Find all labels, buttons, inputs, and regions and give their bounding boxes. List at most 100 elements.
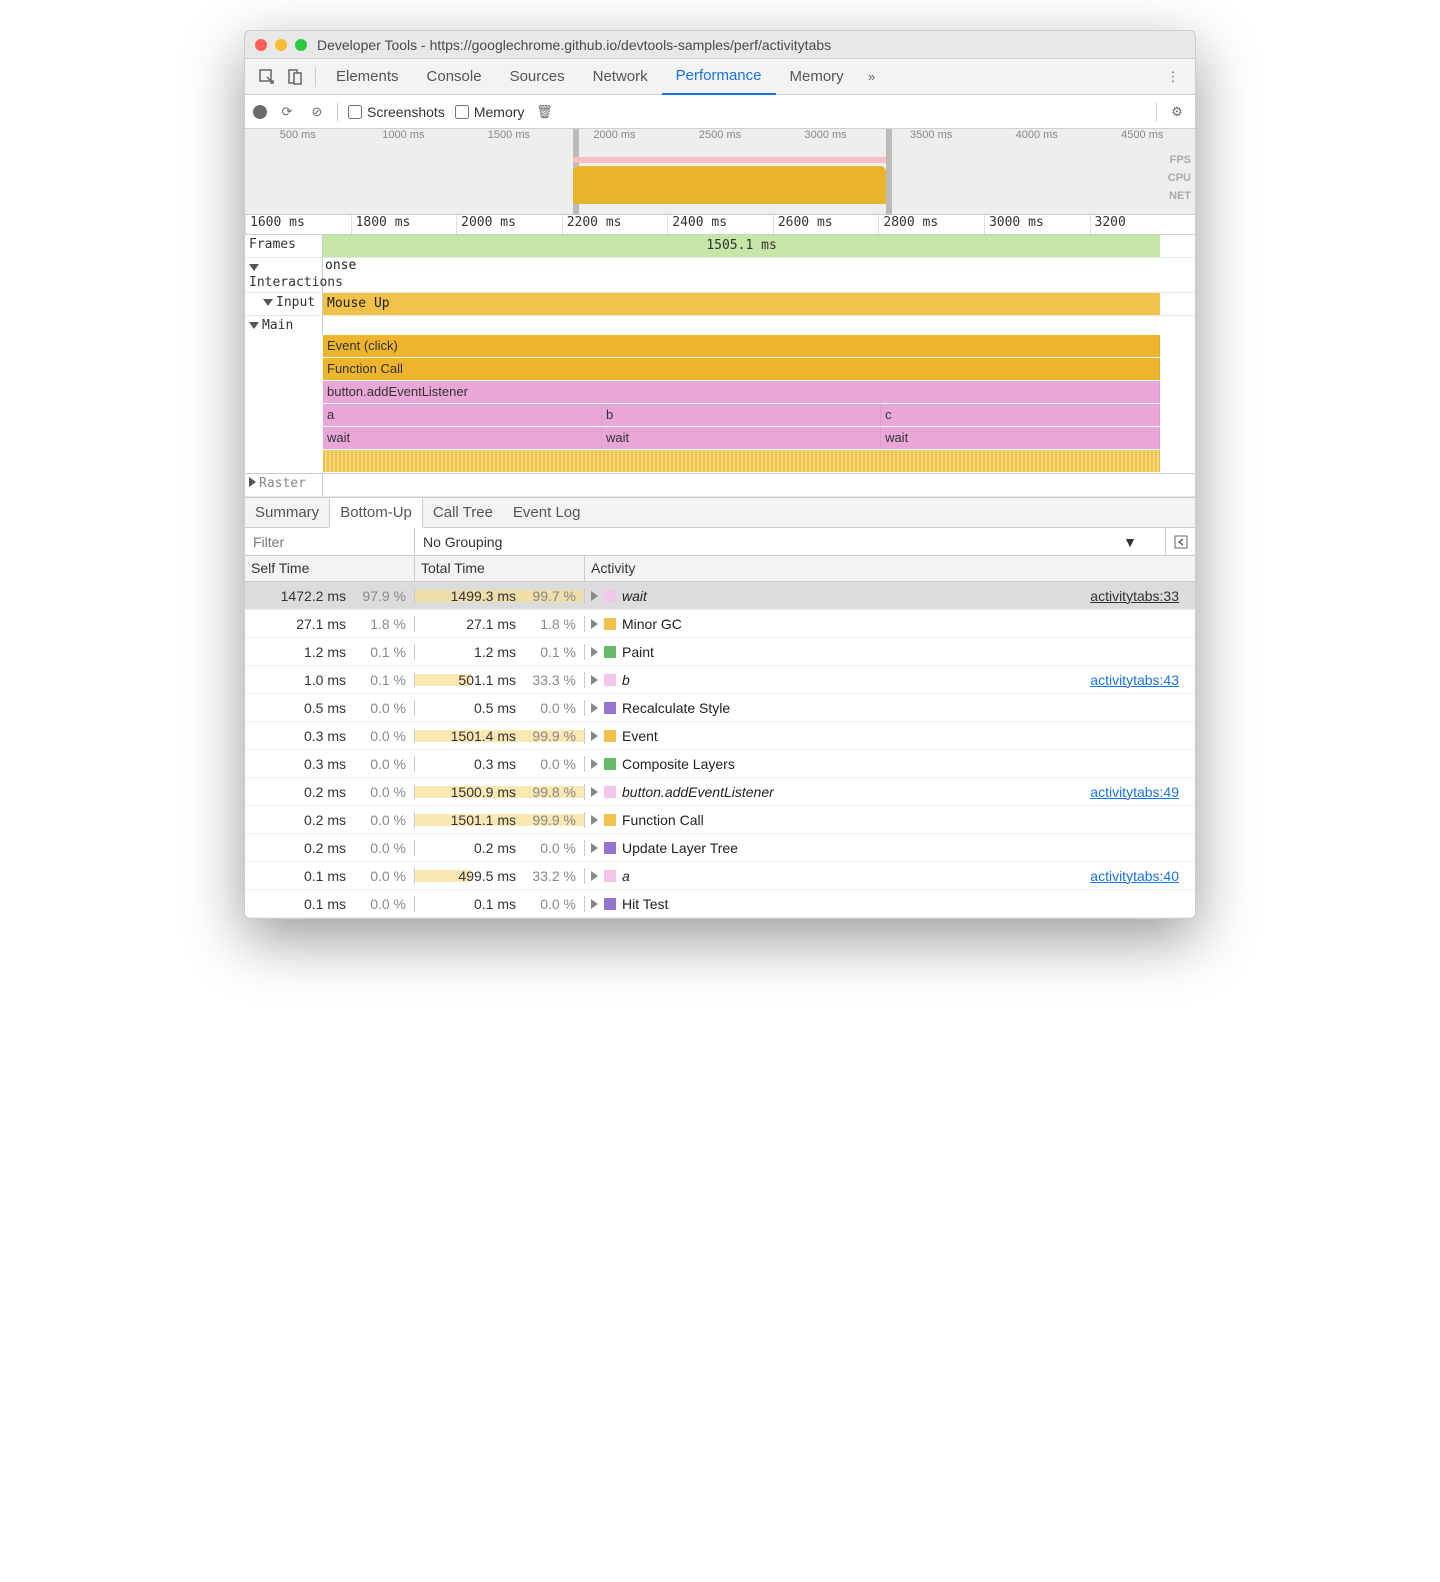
activity-swatch-icon: [604, 898, 616, 910]
table-row[interactable]: 1.0 ms0.1 %501.1 ms33.3 %bactivitytabs:4…: [245, 666, 1195, 694]
col-self-time[interactable]: Self Time: [245, 556, 415, 581]
table-body: 1472.2 ms97.9 %1499.3 ms99.7 %waitactivi…: [245, 582, 1195, 918]
table-row[interactable]: 0.2 ms0.0 %0.2 ms0.0 %Update Layer Tree: [245, 834, 1195, 862]
expand-icon[interactable]: [591, 815, 598, 825]
table-row[interactable]: 1472.2 ms97.9 %1499.3 ms99.7 %waitactivi…: [245, 582, 1195, 610]
activity-name: wait: [622, 588, 647, 604]
flame-chart[interactable]: Event (click) Function Call button.addEv…: [245, 335, 1195, 472]
devtools-window: Developer Tools - https://googlechrome.g…: [244, 30, 1196, 919]
filter-input[interactable]: [245, 528, 415, 555]
activity-name: a: [622, 868, 630, 884]
activity-swatch-icon: [604, 730, 616, 742]
expand-icon[interactable]: [591, 787, 598, 797]
activity-name: Composite Layers: [622, 756, 735, 772]
btab-event-log[interactable]: Event Log: [503, 498, 591, 527]
table-row[interactable]: 0.1 ms0.0 %499.5 ms33.2 %aactivitytabs:4…: [245, 862, 1195, 890]
activity-swatch-icon: [604, 590, 616, 602]
overview-panel[interactable]: 500 ms1000 ms1500 ms2000 ms2500 ms3000 m…: [245, 129, 1195, 215]
col-total-time[interactable]: Total Time: [415, 556, 585, 581]
input-track-label[interactable]: Input: [245, 293, 323, 315]
raster-track-label[interactable]: Raster: [245, 474, 323, 496]
expand-icon[interactable]: [591, 703, 598, 713]
minimize-icon[interactable]: [275, 39, 287, 51]
activity-swatch-icon: [604, 646, 616, 658]
expand-icon[interactable]: [591, 647, 598, 657]
filter-row: No Grouping▼: [245, 528, 1195, 556]
collapse-icon[interactable]: [1165, 528, 1195, 555]
source-link[interactable]: activitytabs:43: [1090, 672, 1179, 688]
window-title: Developer Tools - https://googlechrome.g…: [317, 37, 831, 53]
table-row[interactable]: 0.2 ms0.0 %1500.9 ms99.8 %button.addEven…: [245, 778, 1195, 806]
frames-track-label[interactable]: Frames: [245, 235, 323, 257]
screenshots-checkbox[interactable]: Screenshots: [348, 104, 445, 120]
expand-icon[interactable]: [591, 675, 598, 685]
source-link[interactable]: activitytabs:40: [1090, 868, 1179, 884]
input-block[interactable]: Mouse Up: [323, 293, 1160, 315]
btab-summary[interactable]: Summary: [245, 498, 329, 527]
titlebar[interactable]: Developer Tools - https://googlechrome.g…: [245, 31, 1195, 59]
trash-icon[interactable]: 🗑: [534, 104, 554, 120]
tab-sources[interactable]: Sources: [496, 59, 579, 95]
more-tabs-icon[interactable]: »: [858, 63, 886, 91]
table-row[interactable]: 0.3 ms0.0 %1501.4 ms99.9 %Event: [245, 722, 1195, 750]
record-icon[interactable]: [253, 105, 267, 119]
tab-performance[interactable]: Performance: [662, 59, 776, 95]
tab-console[interactable]: Console: [413, 59, 496, 95]
activity-swatch-icon: [604, 870, 616, 882]
activity-name: Update Layer Tree: [622, 840, 738, 856]
close-icon[interactable]: [255, 39, 267, 51]
kebab-icon[interactable]: ⋮: [1159, 63, 1187, 91]
activity-swatch-icon: [604, 758, 616, 770]
expand-icon[interactable]: [591, 759, 598, 769]
expand-icon[interactable]: [591, 899, 598, 909]
activity-swatch-icon: [604, 674, 616, 686]
zoom-icon[interactable]: [295, 39, 307, 51]
bottom-tabbar: SummaryBottom-UpCall TreeEvent Log: [245, 498, 1195, 528]
btab-bottom-up[interactable]: Bottom-Up: [329, 498, 423, 528]
grouping-select[interactable]: No Grouping▼: [415, 528, 1165, 555]
net-label: NET: [1168, 187, 1191, 205]
btab-call-tree[interactable]: Call Tree: [423, 498, 503, 527]
source-link[interactable]: activitytabs:33: [1090, 588, 1179, 604]
source-link[interactable]: activitytabs:49: [1090, 784, 1179, 800]
main-track-label[interactable]: Main: [245, 316, 323, 335]
table-row[interactable]: 0.2 ms0.0 %1501.1 ms99.9 %Function Call: [245, 806, 1195, 834]
activity-name: Paint: [622, 644, 654, 660]
activity-swatch-icon: [604, 786, 616, 798]
table-row[interactable]: 0.1 ms0.0 %0.1 ms0.0 %Hit Test: [245, 890, 1195, 918]
gear-icon[interactable]: ⚙: [1167, 104, 1187, 120]
tab-memory[interactable]: Memory: [776, 59, 858, 95]
col-activity[interactable]: Activity: [585, 556, 1195, 581]
tab-network[interactable]: Network: [579, 59, 662, 95]
main-tabbar: ElementsConsoleSourcesNetworkPerformance…: [245, 59, 1195, 95]
activity-name: b: [622, 672, 630, 688]
timeline-panel[interactable]: 1600 ms1800 ms2000 ms2200 ms2400 ms2600 …: [245, 215, 1195, 498]
overview-handle-right[interactable]: [886, 129, 892, 214]
cpu-label: CPU: [1168, 169, 1191, 187]
table-row[interactable]: 27.1 ms1.8 %27.1 ms1.8 %Minor GC: [245, 610, 1195, 638]
expand-icon[interactable]: [591, 871, 598, 881]
tab-elements[interactable]: Elements: [322, 59, 413, 95]
activity-name: Hit Test: [622, 896, 668, 912]
reload-icon[interactable]: ⟳: [277, 104, 297, 120]
table-row[interactable]: 1.2 ms0.1 %1.2 ms0.1 %Paint: [245, 638, 1195, 666]
table-row[interactable]: 0.3 ms0.0 %0.3 ms0.0 %Composite Layers: [245, 750, 1195, 778]
expand-icon[interactable]: [591, 591, 598, 601]
activity-swatch-icon: [604, 814, 616, 826]
fps-label: FPS: [1168, 151, 1191, 169]
table-row[interactable]: 0.5 ms0.0 %0.5 ms0.0 %Recalculate Style: [245, 694, 1195, 722]
inspect-icon[interactable]: [253, 63, 281, 91]
device-icon[interactable]: [281, 63, 309, 91]
perf-toolbar: ⟳ ⊘ Screenshots Memory 🗑 ⚙: [245, 95, 1195, 129]
interactions-track-label[interactable]: Interactions: [245, 258, 323, 292]
frame-block[interactable]: 1505.1 ms: [323, 235, 1160, 257]
activity-swatch-icon: [604, 842, 616, 854]
table-header[interactable]: Self Time Total Time Activity: [245, 556, 1195, 582]
activity-swatch-icon: [604, 702, 616, 714]
expand-icon[interactable]: [591, 619, 598, 629]
memory-checkbox[interactable]: Memory: [455, 104, 525, 120]
expand-icon[interactable]: [591, 843, 598, 853]
expand-icon[interactable]: [591, 731, 598, 741]
clear-icon[interactable]: ⊘: [307, 104, 327, 120]
activity-name: Event: [622, 728, 658, 744]
